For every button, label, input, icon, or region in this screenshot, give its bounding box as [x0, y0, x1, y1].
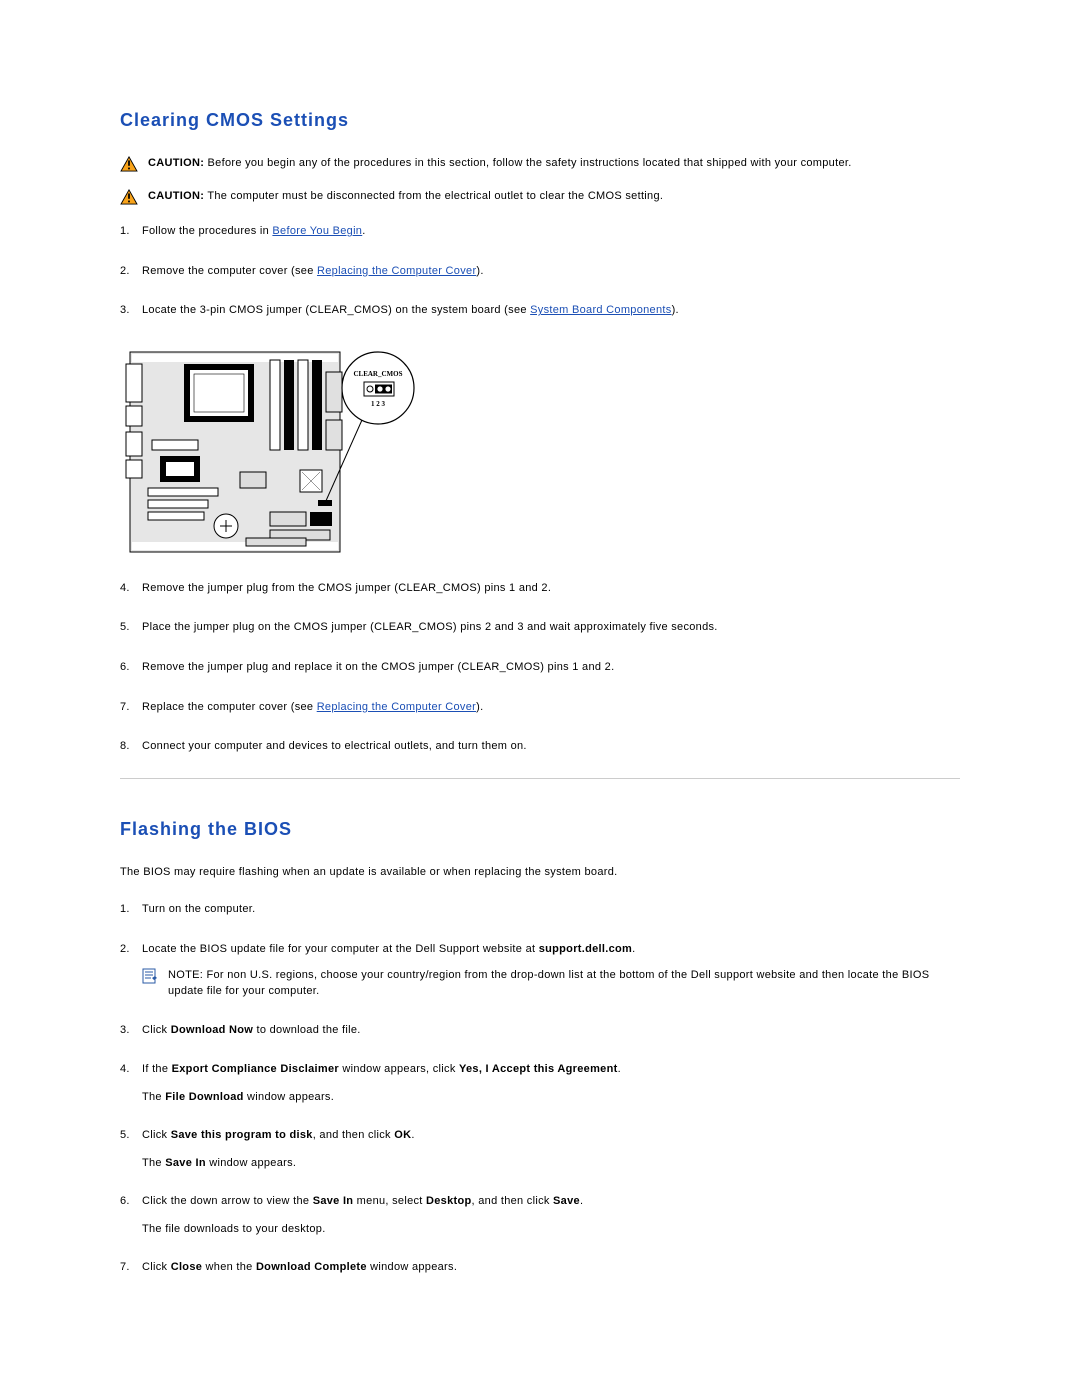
heading-flashing-bios: Flashing the BIOS	[120, 819, 960, 840]
cmos-steps-1-3: Follow the procedures in Before You Begi…	[120, 223, 960, 320]
callout-pins-text: 1 2 3	[371, 400, 386, 408]
bios-step-4: If the Export Compliance Disclaimer wind…	[142, 1061, 960, 1105]
bios-step-4-sub: The File Download window appears.	[142, 1089, 960, 1106]
cmos-step-6: Remove the jumper plug and replace it on…	[142, 659, 960, 677]
note-document-icon	[142, 968, 158, 984]
section-divider	[120, 778, 960, 779]
link-replacing-cover-1[interactable]: Replacing the Computer Cover	[317, 265, 476, 277]
link-system-board-components[interactable]: System Board Components	[530, 304, 671, 316]
warning-triangle-icon	[120, 156, 138, 172]
caution-2: CAUTION: The computer must be disconnect…	[120, 188, 960, 205]
cmos-steps-4-8: Remove the jumper plug from the CMOS jum…	[120, 580, 960, 756]
bios-step-1: Turn on the computer.	[142, 901, 960, 919]
section-flashing-bios: Flashing the BIOS The BIOS may require f…	[120, 819, 960, 1277]
callout-label-text: CLEAR_CMOS	[353, 370, 402, 378]
bios-step-5: Click Save this program to disk, and the…	[142, 1127, 960, 1171]
cmos-step-7: Replace the computer cover (see Replacin…	[142, 699, 960, 717]
bios-step-5-sub: The Save In window appears.	[142, 1155, 960, 1172]
cmos-step-2: Remove the computer cover (see Replacing…	[142, 263, 960, 281]
cmos-step-3: Locate the 3-pin CMOS jumper (CLEAR_CMOS…	[142, 302, 960, 320]
motherboard-diagram: CLEAR_CMOS 1 2 3	[120, 342, 960, 562]
cmos-step-5: Place the jumper plug on the CMOS jumper…	[142, 619, 960, 637]
bios-step-3: Click Download Now to download the file.	[142, 1022, 960, 1040]
caution-2-text: CAUTION: The computer must be disconnect…	[148, 188, 663, 205]
bios-step-6: Click the down arrow to view the Save In…	[142, 1193, 960, 1237]
bios-step-6-sub: The file downloads to your desktop.	[142, 1221, 960, 1238]
bios-note: NOTE: For non U.S. regions, choose your …	[142, 967, 960, 1000]
caution-1: CAUTION: Before you begin any of the pro…	[120, 155, 960, 172]
cmos-step-1: Follow the procedures in Before You Begi…	[142, 223, 960, 241]
bios-intro: The BIOS may require flashing when an up…	[120, 864, 960, 882]
cmos-step-4: Remove the jumper plug from the CMOS jum…	[142, 580, 960, 598]
bios-steps: Turn on the computer. Locate the BIOS up…	[120, 901, 960, 1277]
warning-triangle-icon	[120, 189, 138, 205]
note-label: NOTE:	[168, 969, 203, 981]
bios-step-2: Locate the BIOS update file for your com…	[142, 941, 960, 1000]
cmos-step-8: Connect your computer and devices to ele…	[142, 738, 960, 756]
caution-1-label: CAUTION:	[148, 157, 204, 169]
caution-1-text: CAUTION: Before you begin any of the pro…	[148, 155, 852, 172]
section-clearing-cmos: Clearing CMOS Settings CAUTION: Before y…	[120, 110, 960, 756]
bios-step-7: Click Close when the Download Complete w…	[142, 1259, 960, 1277]
link-before-you-begin[interactable]: Before You Begin	[272, 225, 362, 237]
heading-clearing-cmos: Clearing CMOS Settings	[120, 110, 960, 131]
caution-2-label: CAUTION:	[148, 190, 204, 202]
link-replacing-cover-2[interactable]: Replacing the Computer Cover	[317, 701, 476, 713]
